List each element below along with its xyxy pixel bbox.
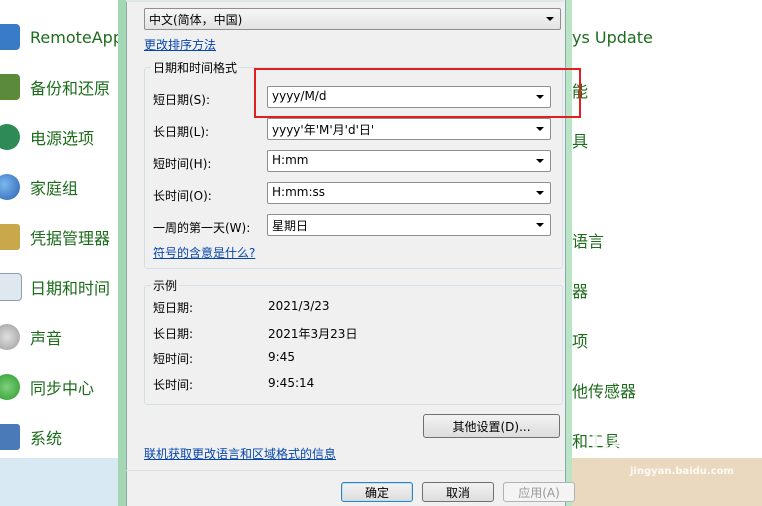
cp-right-item[interactable]: 项 bbox=[572, 328, 588, 352]
short-date-label: 短日期(S): bbox=[153, 93, 211, 107]
chevron-down-icon bbox=[536, 191, 544, 195]
long-time-label: 长时间(O): bbox=[153, 189, 212, 203]
cp-item-label: 系统 bbox=[30, 429, 63, 448]
cp-item-label: 家庭组 bbox=[30, 179, 79, 198]
cp-item-label: 电源选项 bbox=[30, 129, 95, 148]
cp-item-label: 日期和时间 bbox=[30, 279, 111, 298]
backup-icon bbox=[0, 74, 20, 100]
cp-right-item[interactable]: 器 bbox=[572, 278, 588, 302]
control-panel-left: RemoteApp 备份和还原 电源选项 家庭组 凭据管理器 日期和时间 声音 … bbox=[0, 0, 118, 506]
format-select-value: 中文(简体，中国) bbox=[149, 13, 243, 27]
button-separator bbox=[126, 470, 564, 471]
baidu-watermark: Baidu经验 jingyan.baidu.com bbox=[590, 422, 760, 492]
example-group-title: 示例 bbox=[151, 277, 180, 294]
dialog-top-edge bbox=[126, 0, 564, 2]
example-group bbox=[144, 285, 563, 405]
apply-button[interactable]: 应用(A) bbox=[503, 482, 575, 502]
cp-item-label: 凭据管理器 bbox=[30, 229, 111, 248]
cp-right-item[interactable]: 他传感器 bbox=[572, 378, 636, 402]
short-time-value: H:mm bbox=[272, 153, 309, 167]
watermark-sub: jingyan.baidu.com bbox=[630, 466, 734, 477]
short-time-select[interactable]: H:mm bbox=[267, 150, 551, 172]
short-time-label: 短时间(H): bbox=[153, 157, 212, 171]
cp-right-item[interactable]: 具 bbox=[572, 128, 588, 152]
highlight-box bbox=[254, 68, 581, 118]
power-icon bbox=[0, 124, 20, 150]
long-time-value: H:mm:ss bbox=[272, 185, 325, 199]
format-select[interactable]: 中文(简体，中国) bbox=[144, 8, 561, 30]
cp-item-label: RemoteApp bbox=[30, 27, 118, 47]
cp-item-label: 声音 bbox=[30, 329, 63, 348]
online-info-link[interactable]: 联机获取更改语言和区域格式的信息 bbox=[144, 445, 336, 462]
cp-item-label: 备份和还原 bbox=[30, 79, 111, 98]
remoteapp-icon bbox=[0, 24, 20, 50]
ok-button[interactable]: 确定 bbox=[341, 482, 413, 502]
other-settings-button[interactable]: 其他设置(D)... bbox=[423, 414, 560, 438]
long-time-select[interactable]: H:mm:ss bbox=[267, 182, 551, 204]
cp-right-item[interactable]: ys Update bbox=[572, 28, 653, 47]
cp-item-label: 同步中心 bbox=[30, 379, 95, 398]
chevron-down-icon bbox=[546, 17, 554, 21]
credential-icon bbox=[0, 224, 20, 250]
sync-icon bbox=[0, 374, 20, 400]
example-long-time-value: 9:45:14 bbox=[268, 376, 315, 390]
datetime-group-title: 日期和时间格式 bbox=[151, 59, 240, 76]
change-sort-link[interactable]: 更改排序方法 bbox=[144, 36, 216, 53]
example-long-date-value: 2021年3月23日 bbox=[268, 327, 358, 341]
homegroup-icon bbox=[0, 174, 20, 200]
watermark-text: Baidu经验 bbox=[590, 428, 733, 458]
example-long-time-label: 长时间: bbox=[153, 378, 194, 392]
first-day-value: 星期日 bbox=[272, 219, 309, 233]
cancel-button[interactable]: 取消 bbox=[422, 482, 494, 502]
taskbar-strip bbox=[0, 458, 118, 506]
speaker-icon bbox=[0, 324, 20, 350]
computer-icon bbox=[0, 424, 20, 450]
clock-icon bbox=[0, 273, 22, 301]
first-day-select[interactable]: 星期日 bbox=[267, 214, 551, 236]
example-short-time-label: 短时间: bbox=[153, 352, 194, 366]
long-date-label: 长日期(L): bbox=[153, 125, 210, 139]
long-date-value: yyyy'年'M'月'd'日' bbox=[272, 123, 375, 137]
chevron-down-icon bbox=[536, 127, 544, 131]
chevron-down-icon bbox=[536, 159, 544, 163]
first-day-label: 一周的第一天(W): bbox=[153, 221, 251, 235]
long-date-select[interactable]: yyyy'年'M'月'd'日' bbox=[267, 118, 551, 140]
example-short-date-value: 2021/3/23 bbox=[268, 299, 330, 313]
cp-right-item[interactable]: 语言 bbox=[572, 228, 604, 252]
example-long-date-label: 长日期: bbox=[153, 327, 194, 341]
example-short-time-value: 9:45 bbox=[268, 350, 295, 364]
chevron-down-icon bbox=[536, 223, 544, 227]
notation-link[interactable]: 符号的含意是什么? bbox=[153, 244, 255, 261]
example-short-date-label: 短日期: bbox=[153, 301, 194, 315]
